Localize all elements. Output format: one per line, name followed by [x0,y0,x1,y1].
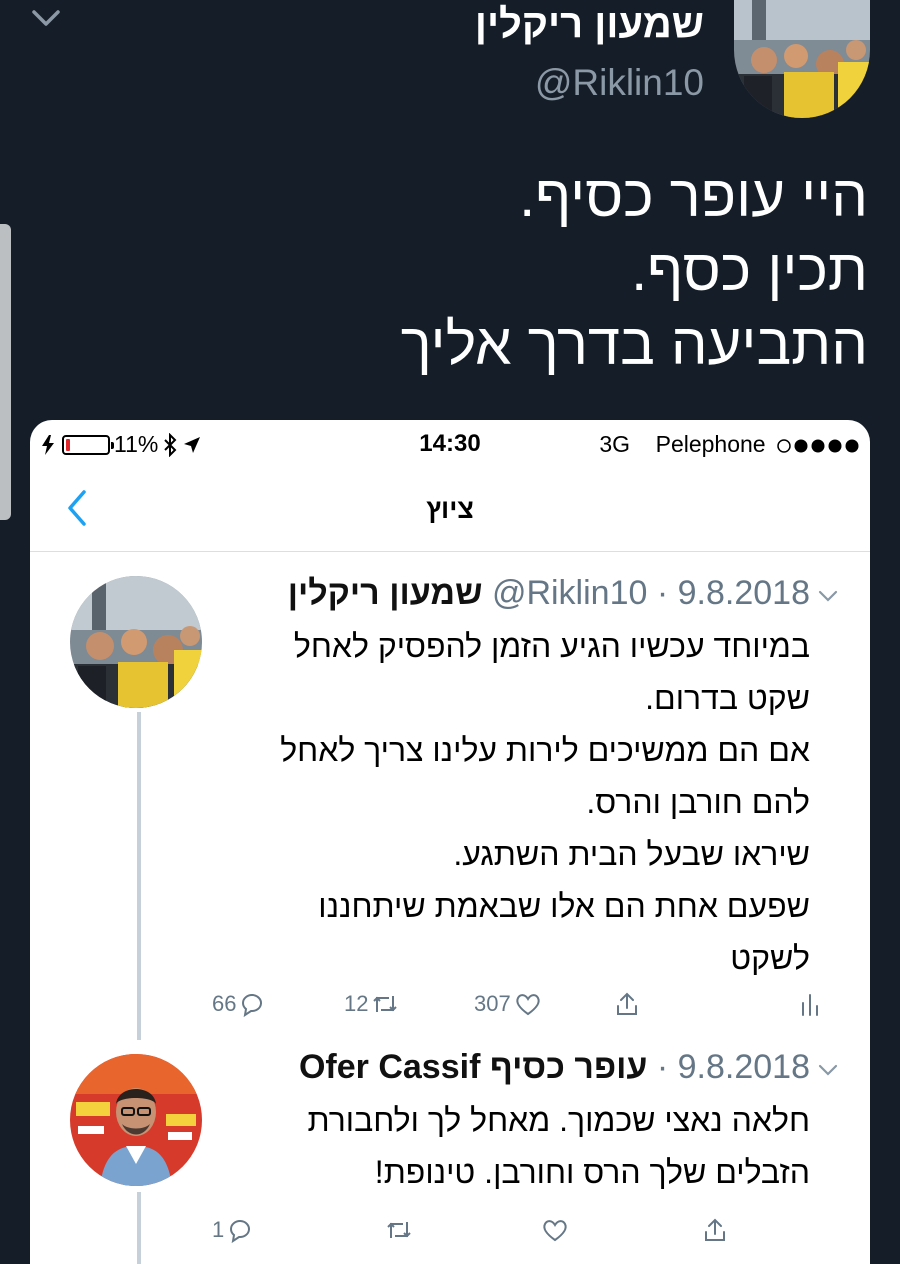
tweet-actions: 66 12 307 [210,984,830,1024]
share-button[interactable] [612,984,642,1024]
retweet-button[interactable]: 12 [344,984,400,1024]
scrollbar-thumb[interactable] [0,224,11,520]
tweet-author-handle[interactable]: @Riklin10 [492,574,647,612]
status-bar: 11% 14:30 3G Pelephone [30,420,870,468]
reply-icon [242,994,263,1018]
embedded-screenshot: 11% 14:30 3G Pelephone ציוץ שמעון ריקלין… [30,420,870,1264]
reply-button[interactable]: 66 [212,984,266,1024]
tweet-line: אם הם ממשיכים לירות עלינו צריך לאחל [280,732,810,768]
like-button[interactable] [538,1210,570,1250]
retweet-icon [387,1222,411,1238]
carrier-name: Pelephone [655,431,766,457]
nav-bar: ציוץ [30,468,870,552]
reply-count: 1 [212,1217,225,1242]
outer-author-handle[interactable]: @Riklin10 [535,62,704,104]
analytics-button[interactable] [798,984,822,1024]
status-right: 3G Pelephone [599,431,862,458]
tweet-date[interactable]: 9.8.2018 [678,1048,810,1086]
screen: שמעון ריקלין @Riklin10 היי עופר כסיף. תכ… [0,0,900,1264]
thread-line [137,712,141,1040]
reply-count: 66 [212,991,237,1016]
tweet-line: במיוחד עכשיו הגיע הזמן להפסיק לאחל [293,628,810,664]
like-icon [543,1220,567,1242]
tweet-text: חלאה נאצי שכמוך. מאחל לך ולחבורת הזבלים … [210,1094,810,1198]
outer-tweet-text: היי עופר כסיף. תכין כסף. התביעה בדרך אלי… [108,160,868,382]
tweet-author-name[interactable]: Ofer Cassif עופר כסיף [299,1048,647,1086]
tweet-line: שקט בדרום. [645,680,810,716]
retweet-count: 12 [344,991,369,1016]
network-type: 3G [599,431,631,457]
like-icon [516,994,540,1016]
tweet-line: חלאה נאצי שכמוך. מאחל לך ולחבורת [307,1102,810,1138]
tweet-avatar-cassif[interactable] [70,1054,202,1186]
tweet-header: שמעון ריקלין @Riklin10 · 9.8.2018 [287,574,810,612]
like-button[interactable]: 307 [474,984,543,1024]
nav-title: ציוץ [426,494,474,524]
outer-tweet-line: תכין כסף. [631,238,868,303]
outer-tweet-line: התביעה בדרך אליך [400,312,868,377]
reply-icon [230,1220,251,1244]
chevron-down-icon[interactable] [814,586,842,606]
tweet-line: שפעם אחת הם אלו שבאמת שיתחננו [318,888,810,924]
share-icon [705,1218,725,1241]
tweet-actions: 1 [210,1210,830,1250]
thread-line [137,1192,141,1264]
signal-dots-icon [777,439,859,453]
reply-button[interactable]: 1 [212,1210,254,1250]
tweet-text: במיוחד עכשיו הגיע הזמן להפסיק לאחל שקט ב… [210,620,810,984]
retweet-icon [373,996,398,1012]
tweet-line: הזבלים שלך הרס וחורבן. טינופת! [374,1154,810,1190]
tweet-line: לשקט [730,940,810,976]
tweet-author-name[interactable]: שמעון ריקלין [288,574,483,612]
chevron-down-icon[interactable] [26,4,66,34]
share-button[interactable] [700,1210,730,1250]
analytics-icon [802,994,818,1016]
outer-author-avatar[interactable] [734,0,870,118]
chevron-down-icon[interactable] [814,1060,842,1080]
tweet-date[interactable]: 9.8.2018 [678,574,810,612]
retweet-button[interactable] [382,1210,414,1250]
tweet-avatar-riklin[interactable] [70,576,202,708]
share-icon [617,992,637,1015]
like-count: 307 [474,991,511,1016]
outer-tweet-line: היי עופר כסיף. [519,164,868,229]
tweet-header: Ofer Cassif עופר כסיף · 9.8.2018 [298,1048,810,1086]
tweet-line: שיראו שבעל הבית השתגע. [453,836,810,872]
tweet-line: להם חורבן והרס. [586,784,810,820]
outer-author-name[interactable]: שמעון ריקלין [475,2,704,47]
